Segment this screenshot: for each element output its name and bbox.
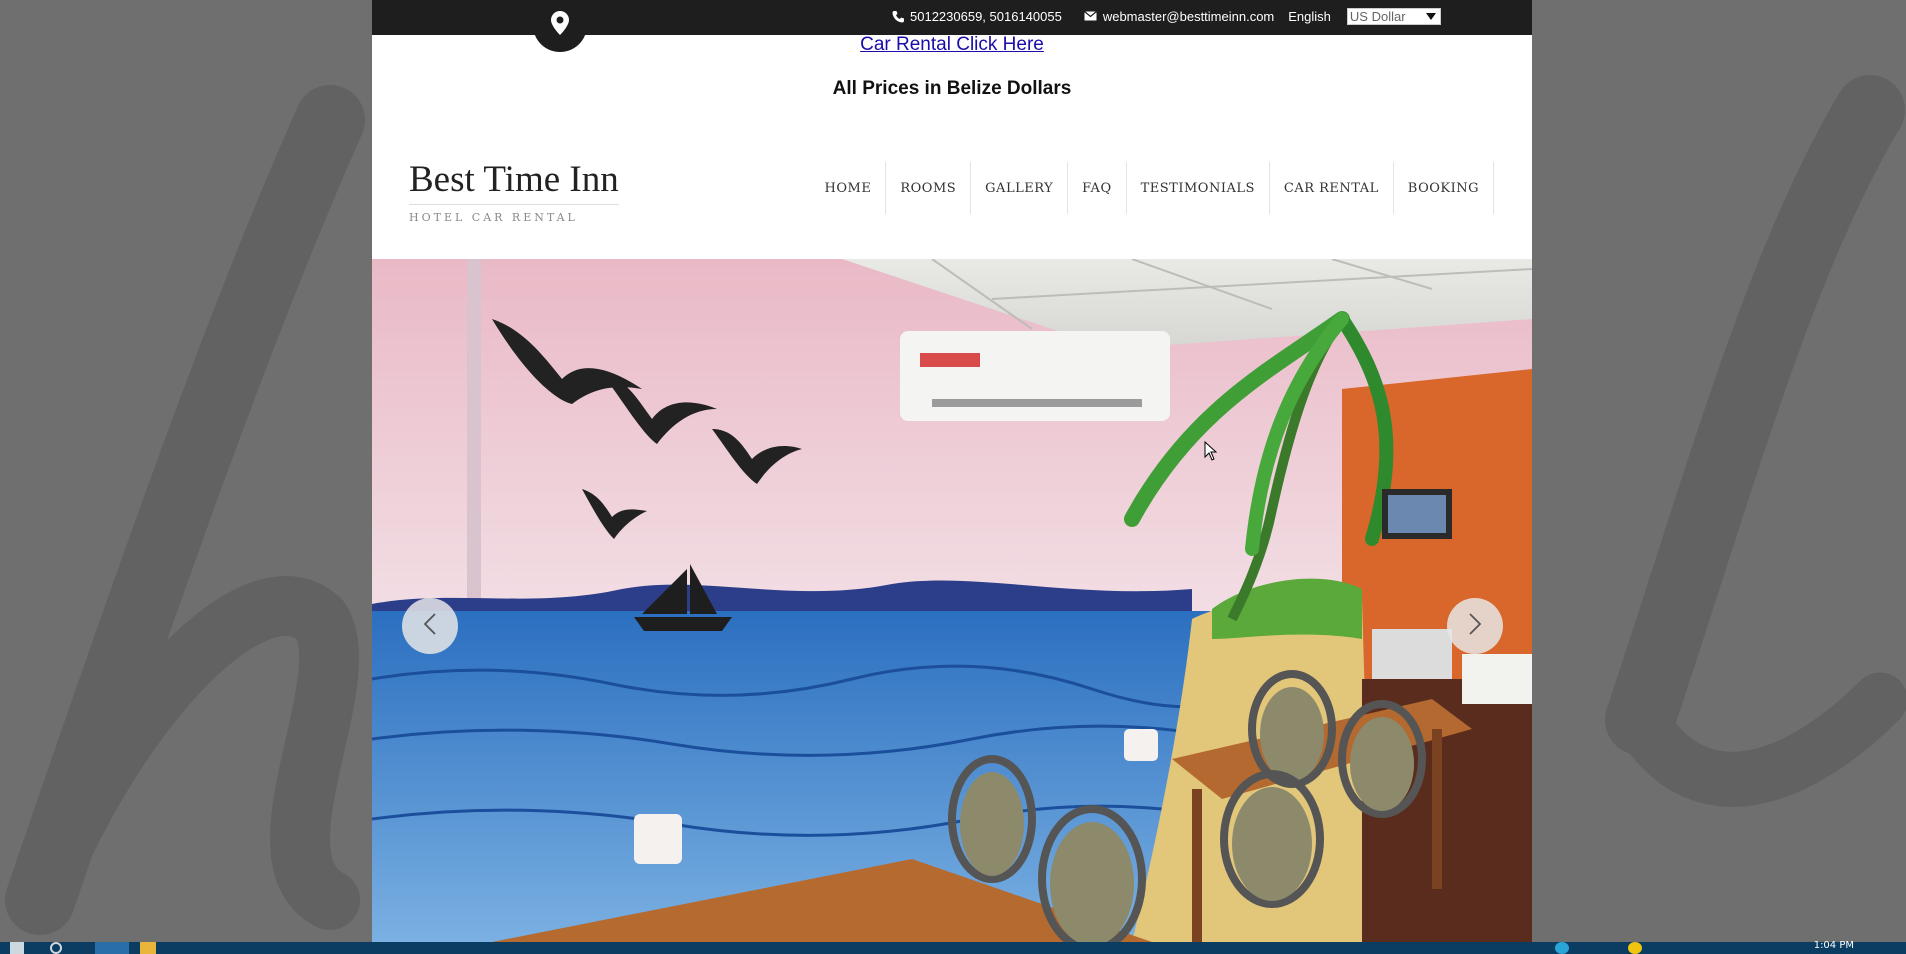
envelope-icon [1083, 11, 1097, 21]
nav-testimonials[interactable]: TESTIMONIALS [1125, 162, 1269, 214]
nav-booking[interactable]: BOOKING [1392, 162, 1494, 214]
site-branding[interactable]: Best Time Inn HOTEL CAR RENTAL [409, 159, 619, 224]
start-button[interactable] [10, 942, 24, 954]
folder-icon[interactable] [140, 942, 156, 954]
nav-home[interactable]: HOME [811, 162, 886, 214]
currency-select[interactable]: US Dollar [1346, 7, 1441, 25]
chevron-right-icon [1468, 613, 1482, 639]
currency-value: US Dollar [1349, 8, 1406, 24]
language-selector[interactable]: English [1288, 9, 1331, 24]
tray-network-icon[interactable] [1555, 942, 1569, 954]
tray-app-icon[interactable] [1628, 942, 1642, 954]
search-icon[interactable] [50, 942, 62, 954]
prices-notice: All Prices in Belize Dollars [832, 78, 1072, 99]
os-taskbar: 1:04 PM [0, 940, 1906, 954]
slider-next-button[interactable] [1447, 598, 1503, 654]
phone-icon [892, 10, 904, 23]
browser-taskbar-button[interactable] [95, 942, 129, 954]
slider-prev-button[interactable] [402, 598, 458, 654]
hero-image [372, 259, 1532, 942]
nav-faq[interactable]: FAQ [1067, 162, 1125, 214]
phone-numbers[interactable]: 5012230659, 5016140055 [910, 9, 1062, 24]
nav-gallery[interactable]: GALLERY [970, 162, 1067, 214]
site-title[interactable]: Best Time Inn [409, 159, 619, 205]
hero-slider [372, 259, 1532, 942]
site-tagline: HOTEL CAR RENTAL [409, 210, 578, 224]
page-container: 5012230659, 5016140055 webmaster@besttim… [372, 0, 1532, 942]
location-button[interactable] [533, 0, 587, 52]
taskbar-clock[interactable]: 1:04 PM [1814, 940, 1854, 951]
email-link[interactable]: webmaster@besttimeinn.com [1103, 9, 1274, 24]
contact-info: 5012230659, 5016140055 webmaster@besttim… [892, 0, 1441, 32]
chevron-down-icon [1425, 12, 1436, 20]
main-navigation: HOME ROOMS GALLERY FAQ TESTIMONIALS CAR … [811, 162, 1494, 214]
chevron-left-icon [423, 613, 437, 639]
nav-car-rental[interactable]: CAR RENTAL [1268, 162, 1393, 214]
nav-rooms[interactable]: ROOMS [885, 162, 970, 214]
top-bar: 5012230659, 5016140055 webmaster@besttim… [372, 0, 1532, 52]
map-pin-icon [551, 5, 569, 38]
mouse-cursor-icon [1204, 440, 1218, 461]
